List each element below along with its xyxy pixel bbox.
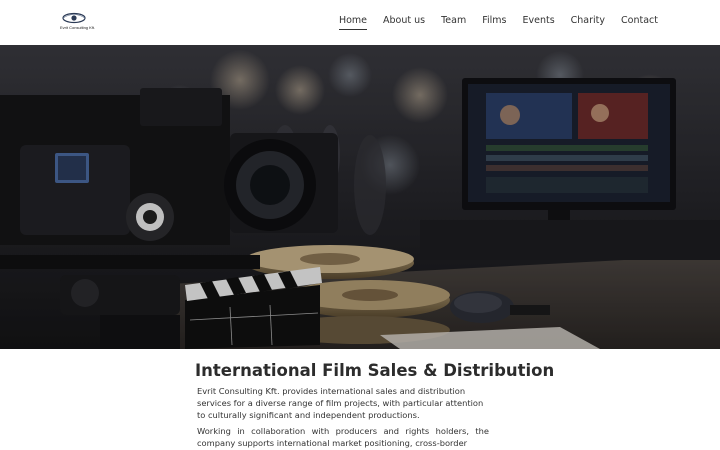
nav-charity[interactable]: Charity	[571, 15, 605, 30]
main-nav: Home About us Team Films Events Charity …	[323, 15, 658, 30]
page: Evrit Consulting Kft. Home About us Team…	[0, 0, 720, 450]
nav-team[interactable]: Team	[441, 15, 466, 30]
nav-contact[interactable]: Contact	[621, 15, 658, 30]
hero-image	[0, 45, 720, 349]
page-title: International Film Sales & Distribution	[195, 361, 555, 380]
film-camera-scene-icon	[0, 45, 720, 349]
intro-paragraph-1: Evrit Consulting Kft. provides internati…	[197, 386, 484, 420]
site-header: Evrit Consulting Kft. Home About us Team…	[0, 0, 720, 45]
intro-paragraph-2: Working in collaboration with producers …	[197, 426, 489, 448]
brand-logo[interactable]: Evrit Consulting Kft.	[60, 12, 95, 32]
nav-events[interactable]: Events	[522, 15, 554, 30]
eye-logo-icon	[62, 12, 86, 24]
nav-home[interactable]: Home	[338, 15, 368, 30]
nav-films[interactable]: Films	[482, 15, 506, 30]
nav-about-us[interactable]: About us	[383, 15, 425, 30]
logo-text: Evrit Consulting Kft.	[60, 25, 96, 30]
intro-section: International Film Sales & Distribution …	[0, 349, 720, 450]
